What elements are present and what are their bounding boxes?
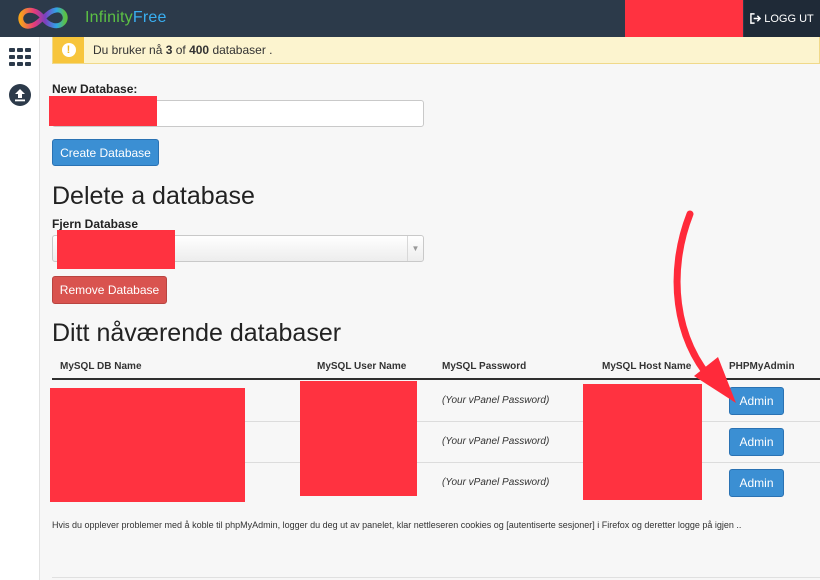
- chevron-down-icon: ▼: [407, 236, 423, 261]
- sidebar-item-upload[interactable]: [8, 83, 32, 107]
- col-header-db-name: MySQL DB Name: [60, 361, 142, 372]
- redacted-db-prefix: [49, 96, 157, 126]
- delete-database-heading: Delete a database: [52, 182, 255, 210]
- col-header-user-name: MySQL User Name: [317, 361, 407, 372]
- footer-divider: [52, 577, 820, 578]
- reconnect-help-note: Hvis du opplever problemer med å koble t…: [52, 520, 742, 530]
- redacted-db-select-value: [57, 230, 175, 269]
- upload-icon: [9, 84, 31, 106]
- alert-text: Du bruker nå 3 of 400 databaser .: [93, 43, 273, 57]
- brand-logo[interactable]: InfinityFree: [14, 4, 167, 32]
- create-database-button[interactable]: Create Database: [52, 139, 159, 166]
- redacted-db-names: [50, 388, 245, 502]
- redacted-host-names: [583, 384, 702, 500]
- infinity-logo-icon: [18, 7, 68, 29]
- logout-label: LOGG UT: [764, 12, 814, 25]
- password-cell: (Your vPanel Password): [442, 477, 550, 488]
- redacted-user-names: [300, 381, 417, 496]
- col-header-phpmyadmin: PHPMyAdmin: [729, 361, 795, 372]
- brand-name: InfinityFree: [85, 9, 167, 26]
- remove-database-button[interactable]: Remove Database: [52, 276, 167, 304]
- table-header-divider: [52, 378, 820, 380]
- database-usage-alert: ! Du bruker nå 3 of 400 databaser .: [52, 37, 820, 64]
- logout-icon: [750, 13, 762, 24]
- phpmyadmin-admin-button[interactable]: Admin: [729, 428, 784, 456]
- phpmyadmin-admin-button[interactable]: Admin: [729, 469, 784, 497]
- warning-icon: !: [53, 37, 84, 63]
- sidebar-item-apps[interactable]: [8, 45, 32, 69]
- password-cell: (Your vPanel Password): [442, 395, 550, 406]
- new-database-label: New Database:: [52, 82, 138, 96]
- remove-database-label: Fjern Database: [52, 217, 139, 231]
- sidebar: [0, 37, 40, 580]
- current-databases-heading: Ditt nåværende databaser: [52, 319, 342, 347]
- col-header-host-name: MySQL Host Name: [602, 361, 692, 372]
- password-cell: (Your vPanel Password): [442, 436, 550, 447]
- top-navbar: InfinityFree LOGG UT: [0, 0, 820, 37]
- phpmyadmin-admin-button[interactable]: Admin: [729, 387, 784, 415]
- redacted-account-name: [625, 0, 743, 37]
- grid-icon: [9, 48, 31, 66]
- col-header-password: MySQL Password: [442, 361, 527, 372]
- logout-button[interactable]: LOGG UT: [744, 0, 820, 37]
